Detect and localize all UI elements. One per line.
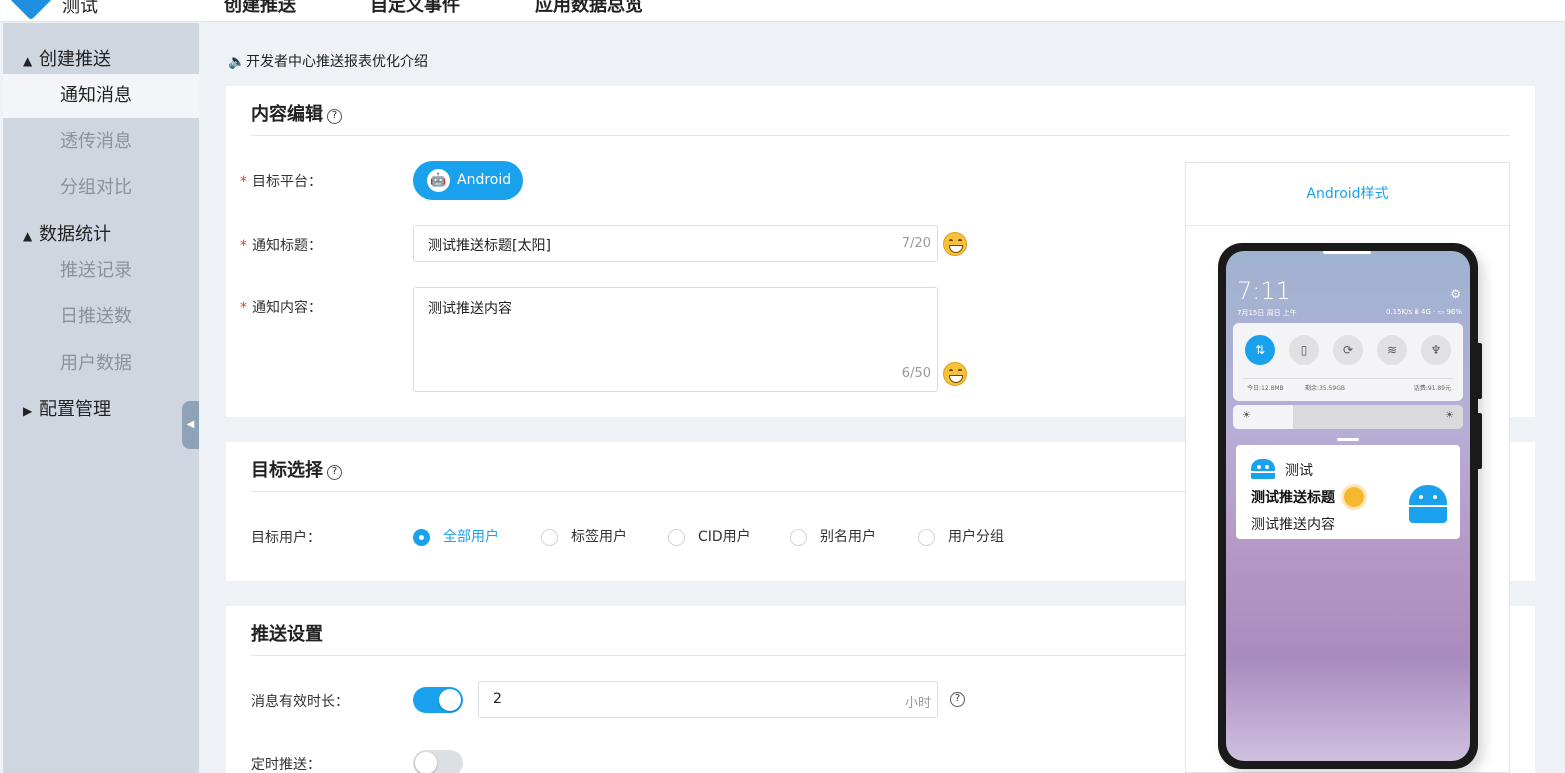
sidebar: ▲ 创建推送 通知消息 透传消息 分组对比 ▲ 数据统计 推送记录 日推送数 用户数… (3, 23, 199, 773)
title-label: * 通知标题： (240, 238, 322, 254)
wifi-icon: ≋ (1377, 335, 1407, 365)
notification-preview: 测试 测试推送标题 测试推送内容 (1236, 445, 1460, 539)
title-char-count: 7/20 (901, 236, 931, 251)
data-transfer-icon: ⇅ (1245, 335, 1275, 365)
sidebar-group-statistics[interactable]: ▲ 数据统计 (23, 220, 111, 246)
sidebar-item-passthrough[interactable]: 透传消息 (3, 120, 199, 164)
ttl-label: 消息有效时长： (251, 694, 349, 710)
sidebar-group-create-push[interactable]: ▲ 创建推送 (23, 45, 111, 71)
caret-up-icon: ▲ (23, 54, 33, 68)
android-app-icon (1251, 459, 1275, 479)
collapse-arrow-icon: ◀ (186, 419, 195, 430)
android-large-icon (1409, 485, 1447, 523)
usage-left: 剩余:35.59GB (1305, 385, 1345, 392)
ttl-help-icon[interactable]: ? (950, 692, 965, 707)
notification-app-name: 测试 (1285, 463, 1313, 479)
phone-clock: 7:11 (1237, 277, 1291, 305)
radio-alias-users[interactable]: 别名用户 (790, 529, 876, 546)
notification-title: 测试推送标题 (1251, 490, 1335, 506)
sidebar-group-config[interactable]: ▶ 配置管理 (23, 395, 111, 421)
app-name: 测试 (62, 0, 98, 17)
caret-up-icon: ▲ (23, 229, 33, 243)
battery-icon: ▯ (1289, 335, 1319, 365)
nav-custom-event[interactable]: 自定义事件 (370, 0, 460, 17)
rotation-lock-icon: ⟳ (1333, 335, 1363, 365)
sidebar-collapse-handle[interactable]: ◀ (182, 401, 199, 449)
content-char-count: 6/50 (901, 366, 931, 381)
flashlight-icon: ♆ (1421, 335, 1451, 365)
schedule-toggle[interactable] (413, 750, 463, 773)
emoji-picker-icon[interactable] (943, 362, 967, 386)
platform-label: * 目标平台： (240, 174, 322, 190)
announcement-link[interactable]: 🔈开发者中心推送报表优化介绍 (228, 51, 428, 71)
speaker-icon: 🔈 (228, 54, 246, 70)
android-platform-button[interactable]: 🤖 Android (413, 161, 523, 200)
preview-title: Android样式 (1186, 163, 1509, 226)
section-title-content: 内容编辑? (251, 100, 342, 126)
radio-cid-users[interactable]: CID用户 (668, 529, 751, 546)
nav-create-push[interactable]: 创建推送 (224, 0, 296, 17)
android-preview-panel: Android样式 7:11 ⚙ 7月15日 周日 上午 0.15K/s ⅲ 4… (1185, 162, 1510, 773)
app-logo-icon (9, 0, 53, 21)
sidebar-item-push-records[interactable]: 推送记录 (3, 249, 199, 293)
usage-today: 今日:12.8MB (1247, 385, 1284, 392)
schedule-label: 定时推送： (251, 757, 321, 773)
ttl-toggle[interactable] (413, 687, 463, 713)
phone-mockup: 7:11 ⚙ 7月15日 周日 上午 0.15K/s ⅲ 4G · ▭ 96% … (1218, 243, 1482, 769)
phone-screen: 7:11 ⚙ 7月15日 周日 上午 0.15K/s ⅲ 4G · ▭ 96% … (1226, 251, 1470, 761)
target-user-label: 目标用户： (251, 530, 321, 546)
ttl-unit: 小时 (904, 696, 931, 711)
sidebar-item-group-compare[interactable]: 分组对比 (3, 166, 199, 210)
sidebar-item-user-data[interactable]: 用户数据 (3, 342, 199, 386)
radio-tag-users[interactable]: 标签用户 (541, 529, 627, 546)
brightness-low-icon: ☀ (1242, 410, 1251, 421)
phone-date: 7月15日 周日 上午 (1237, 309, 1297, 317)
brightness-slider: ☀ ☀ (1233, 405, 1463, 429)
nav-app-overview[interactable]: 应用数据总览 (535, 0, 643, 17)
notification-content: 测试推送内容 (1251, 517, 1335, 533)
phone-status: 0.15K/s ⅲ 4G · ▭ 96% (1385, 308, 1462, 316)
emoji-picker-icon[interactable] (943, 232, 967, 256)
notification-title-input[interactable]: 测试推送标题[太阳] 7/20 (413, 225, 938, 262)
phone-balance: 话费:91.89元 (1413, 385, 1451, 392)
settings-gear-icon: ⚙ (1450, 287, 1461, 301)
section-title-push-settings: 推送设置 (251, 624, 323, 645)
notification-content-textarea[interactable]: 测试推送内容 6/50 (413, 287, 938, 392)
ttl-input[interactable]: 2 小时 (478, 681, 938, 718)
caret-right-icon: ▶ (23, 404, 33, 418)
sidebar-item-daily-push[interactable]: 日推送数 (3, 295, 199, 339)
radio-user-group[interactable]: 用户分组 (918, 529, 1004, 546)
divider (251, 135, 1510, 136)
android-icon: 🤖 (427, 169, 450, 192)
sidebar-item-notification[interactable]: 通知消息 (3, 74, 199, 118)
section-title-target: 目标选择? (251, 456, 342, 482)
quick-settings-panel: ⇅ ▯ ⟳ ≋ ♆ 今日:12.8MB 剩余:35.59GB 话费:91.89元 (1233, 323, 1463, 401)
radio-all-users[interactable]: 全部用户 (413, 529, 499, 546)
brightness-high-icon: ☀ (1445, 410, 1454, 421)
help-icon[interactable]: ? (327, 109, 342, 124)
top-header: 测试 创建推送 自定义事件 应用数据总览 (0, 0, 1565, 22)
content-label: * 通知内容： (240, 300, 322, 316)
sun-emoji-icon (1344, 487, 1364, 507)
help-icon[interactable]: ? (327, 465, 342, 480)
